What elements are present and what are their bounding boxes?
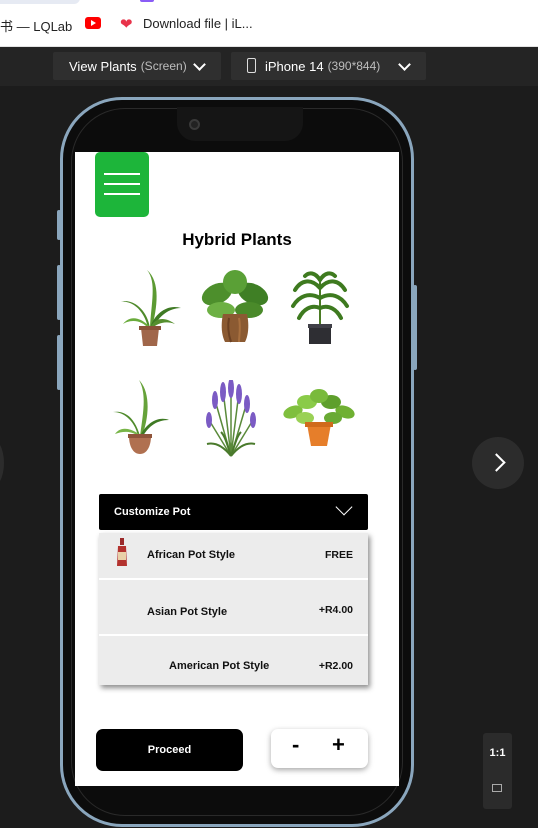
pot-style-name: African Pot Style — [147, 549, 236, 561]
menu-line — [104, 183, 140, 185]
pot-style-name: American Pot Style — [169, 660, 270, 672]
plant-image-2[interactable] — [199, 268, 271, 348]
plant-image-1[interactable] — [117, 268, 183, 348]
view-select-sub: (Screen) — [140, 59, 187, 73]
device-select-label: iPhone 14 — [265, 58, 324, 74]
chevron-right-icon — [487, 453, 506, 472]
bookmarks-bar: 书 — LQLab ❤ Download file | iL... — [0, 0, 538, 47]
pot-style-price: FREE — [324, 549, 353, 561]
page-title: Hybrid Plants — [182, 230, 292, 249]
device-select-sub: (390*844) — [327, 59, 381, 73]
menu-line — [104, 173, 140, 175]
increment-button[interactable]: + — [332, 732, 345, 758]
bookmark-lqlab[interactable]: 书 — LQLab — [0, 16, 72, 35]
view-select-label: View Plants — [69, 58, 137, 74]
zoom-reset-button[interactable]: 1:1 — [483, 747, 512, 759]
chevron-down-icon — [335, 498, 353, 516]
preview-toolbar: View Plants (Screen) iPhone 14 (390*844) — [0, 47, 538, 86]
menu-line — [104, 193, 140, 195]
customize-pot-dropdown[interactable]: Customize Pot — [99, 494, 368, 530]
chevron-down-icon — [398, 58, 411, 71]
chevron-down-icon — [193, 58, 206, 71]
youtube-icon[interactable] — [85, 17, 101, 29]
previous-screen-button[interactable] — [0, 437, 4, 489]
list-item[interactable]: Asian Pot Style +R4.00 — [99, 580, 368, 636]
extension-icon[interactable] — [140, 0, 154, 2]
next-screen-button[interactable] — [472, 437, 524, 489]
app-screen: Hybrid Plants Customize Pot African Pot … — [75, 152, 399, 786]
list-item[interactable]: American Pot Style +R2.00 — [99, 636, 368, 685]
proceed-button[interactable]: Proceed — [96, 729, 243, 771]
pot-style-price: +R4.00 — [318, 604, 353, 616]
plant-image-4[interactable] — [107, 376, 173, 458]
hamburger-menu-button[interactable] — [95, 152, 149, 217]
bookmark-download-file[interactable]: Download file | iL... — [143, 16, 253, 31]
pot-style-list: African Pot Style FREE Asian Pot Style +… — [99, 533, 368, 685]
plant-image-3[interactable] — [287, 268, 353, 348]
view-select[interactable]: View Plants (Screen) — [53, 52, 221, 80]
customize-pot-label: Customize Pot — [114, 506, 191, 518]
quantity-stepper: - + — [271, 729, 368, 768]
camera-icon — [189, 119, 200, 130]
heart-icon[interactable]: ❤ — [120, 15, 133, 33]
phone-icon — [247, 58, 256, 73]
pot-style-price: +R2.00 — [318, 660, 353, 672]
list-item[interactable]: African Pot Style FREE — [99, 533, 368, 580]
plant-image-6[interactable] — [281, 388, 357, 450]
plant-image-5[interactable] — [201, 380, 261, 458]
pot-bottle-icon — [117, 538, 127, 566]
zoom-control: 1:1 — [483, 733, 512, 809]
tab-strip-pill — [0, 0, 80, 4]
fit-screen-icon[interactable] — [492, 784, 502, 792]
decrement-button[interactable]: - — [292, 732, 299, 758]
pot-style-name: Asian Pot Style — [147, 606, 228, 618]
device-select[interactable]: iPhone 14 (390*844) — [231, 52, 426, 80]
